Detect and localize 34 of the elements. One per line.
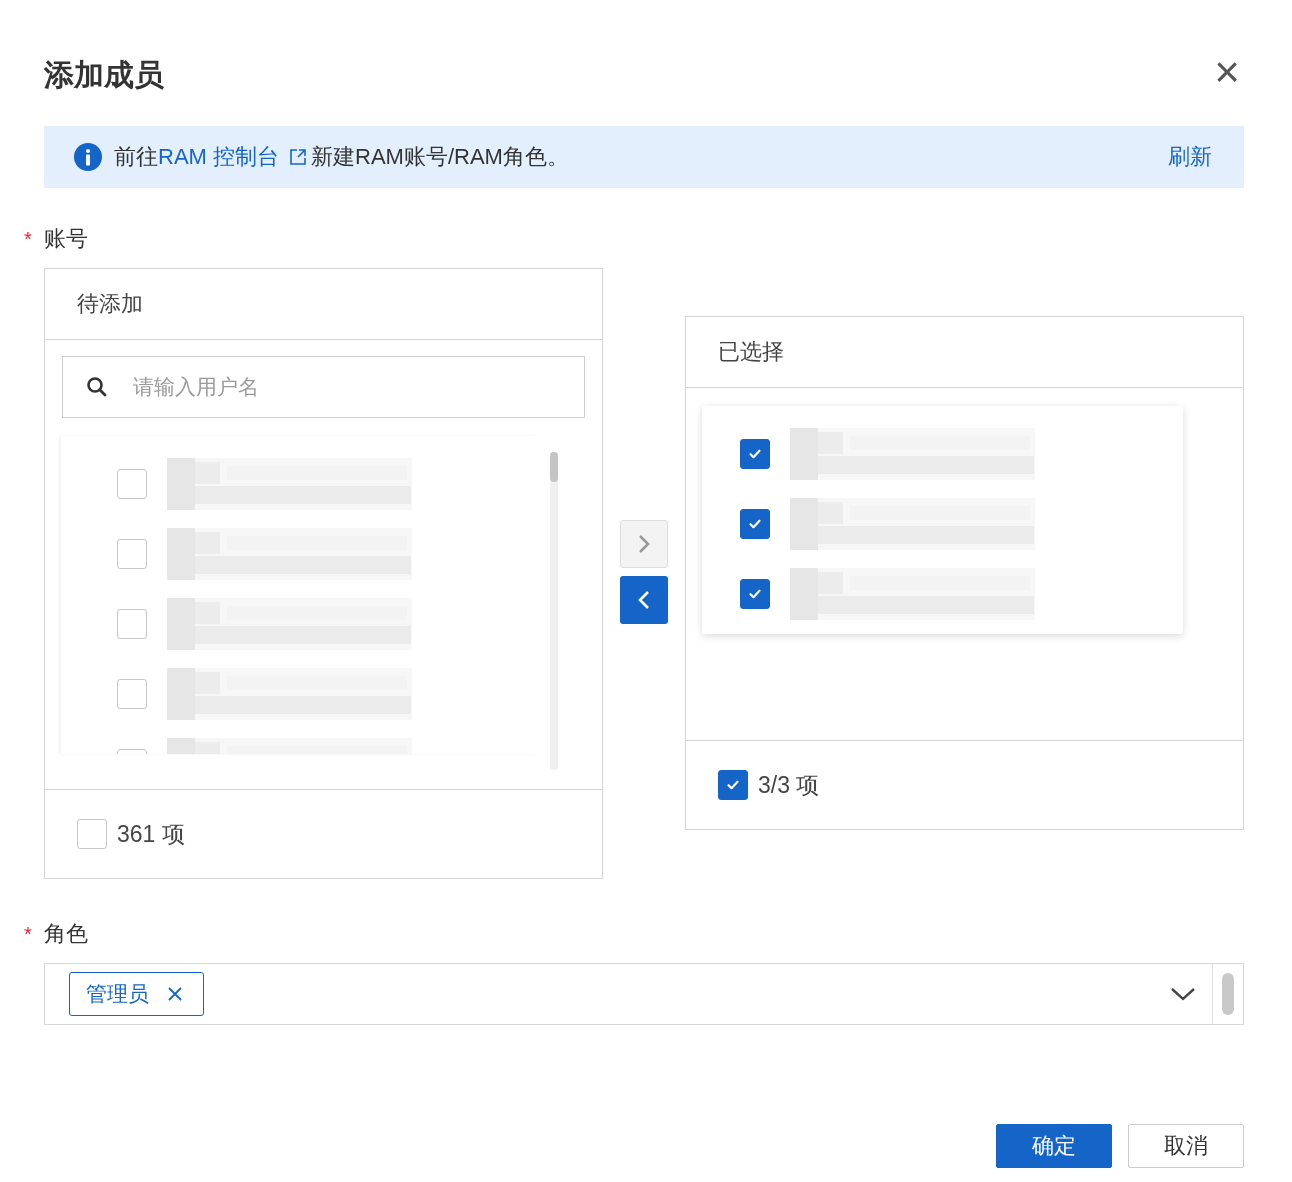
checkbox[interactable] xyxy=(117,539,147,569)
dialog-title: 添加成员 xyxy=(44,56,164,93)
checkbox[interactable] xyxy=(117,609,147,639)
field-label: 角色 xyxy=(44,920,88,948)
role-select[interactable]: 管理员 xyxy=(44,963,1244,1025)
banner-message: 前往RAM 控制台 新建RAM账号/RAM角色。 xyxy=(114,142,1162,172)
checkbox[interactable] xyxy=(117,679,147,709)
field-label: 账号 xyxy=(44,225,88,253)
move-left-button[interactable] xyxy=(620,576,668,624)
info-icon xyxy=(74,143,102,171)
close-button[interactable]: × xyxy=(1214,52,1240,92)
item-count: 361 项 xyxy=(117,819,185,849)
checkbox[interactable] xyxy=(718,770,748,800)
chevron-down-icon xyxy=(1170,986,1196,1002)
required-mark: * xyxy=(24,227,32,251)
role-tag: 管理员 xyxy=(69,972,204,1016)
item-count: 3/3 项 xyxy=(758,770,820,800)
refresh-link[interactable]: 刷新 xyxy=(1162,141,1218,173)
panel-title: 待添加 xyxy=(77,290,143,318)
checkbox[interactable] xyxy=(117,469,147,499)
required-mark: * xyxy=(24,922,32,946)
search-icon xyxy=(86,376,108,398)
checkbox[interactable] xyxy=(77,819,107,849)
panel-title: 已选择 xyxy=(718,338,784,366)
checkbox[interactable] xyxy=(740,579,770,609)
external-link-icon xyxy=(289,148,307,166)
checkbox[interactable] xyxy=(740,439,770,469)
confirm-button[interactable]: 确定 xyxy=(996,1124,1112,1168)
cancel-button[interactable]: 取消 xyxy=(1128,1124,1244,1168)
remove-icon[interactable] xyxy=(167,986,183,1002)
checkbox[interactable] xyxy=(740,509,770,539)
search-field[interactable]: 请输入用户名 xyxy=(62,356,585,418)
console-link[interactable]: RAM 控制台 xyxy=(158,142,311,172)
scrollbar[interactable] xyxy=(550,452,558,770)
